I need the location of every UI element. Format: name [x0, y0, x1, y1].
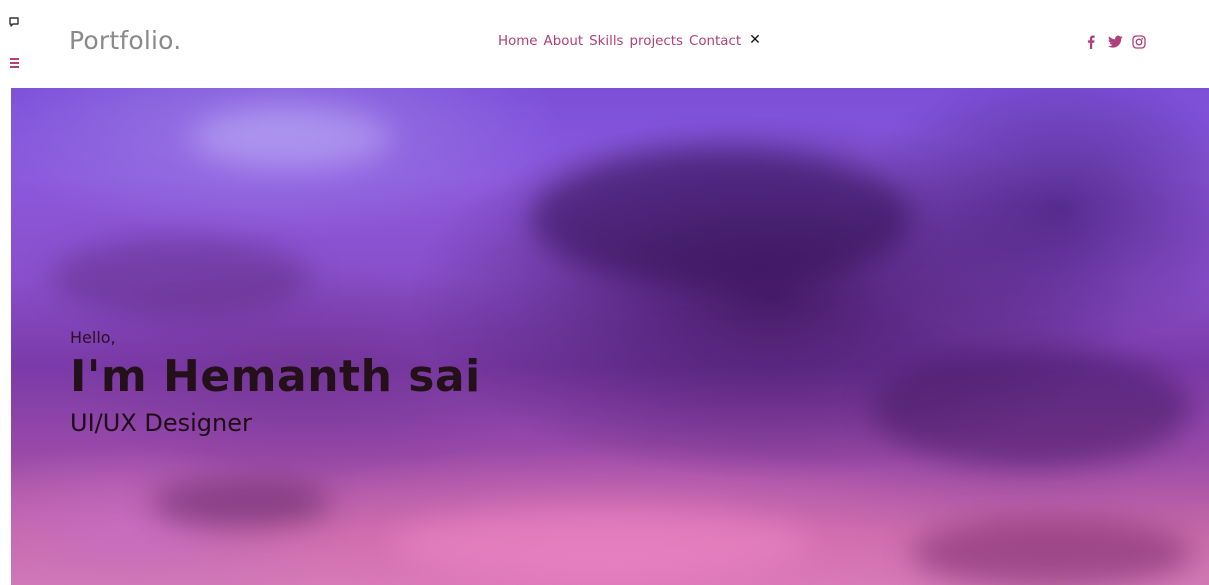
portfolio-page: Portfolio. Home About Skills projects Co… [0, 0, 1209, 585]
nav-projects[interactable]: projects [630, 34, 683, 49]
facebook-icon[interactable] [1084, 34, 1098, 49]
site-logo[interactable]: Portfolio. [69, 26, 181, 55]
hero-greeting: Hello, [70, 328, 116, 347]
nav-skills[interactable]: Skills [589, 34, 623, 49]
close-icon[interactable]: ✕ [749, 32, 761, 48]
hero-name: I'm Hemanth sai [70, 351, 481, 402]
main-nav: Home About Skills projects Contact ✕ [498, 32, 761, 49]
instagram-icon[interactable] [1132, 34, 1146, 49]
hero-intro: Hello, I'm Hemanth sai UI/UX Designer [70, 328, 481, 437]
hamburger-menu-icon[interactable] [10, 56, 20, 68]
chat-bubble-icon [9, 12, 19, 27]
twitter-icon[interactable] [1108, 34, 1123, 48]
hero-role: UI/UX Designer [70, 409, 252, 438]
hero-section: Hello, I'm Hemanth sai UI/UX Designer [11, 88, 1209, 585]
social-links [1084, 34, 1146, 49]
nav-home[interactable]: Home [498, 34, 538, 49]
nav-contact[interactable]: Contact [689, 34, 741, 49]
nav-about[interactable]: About [544, 34, 584, 49]
site-header: Portfolio. Home About Skills projects Co… [0, 0, 1209, 88]
